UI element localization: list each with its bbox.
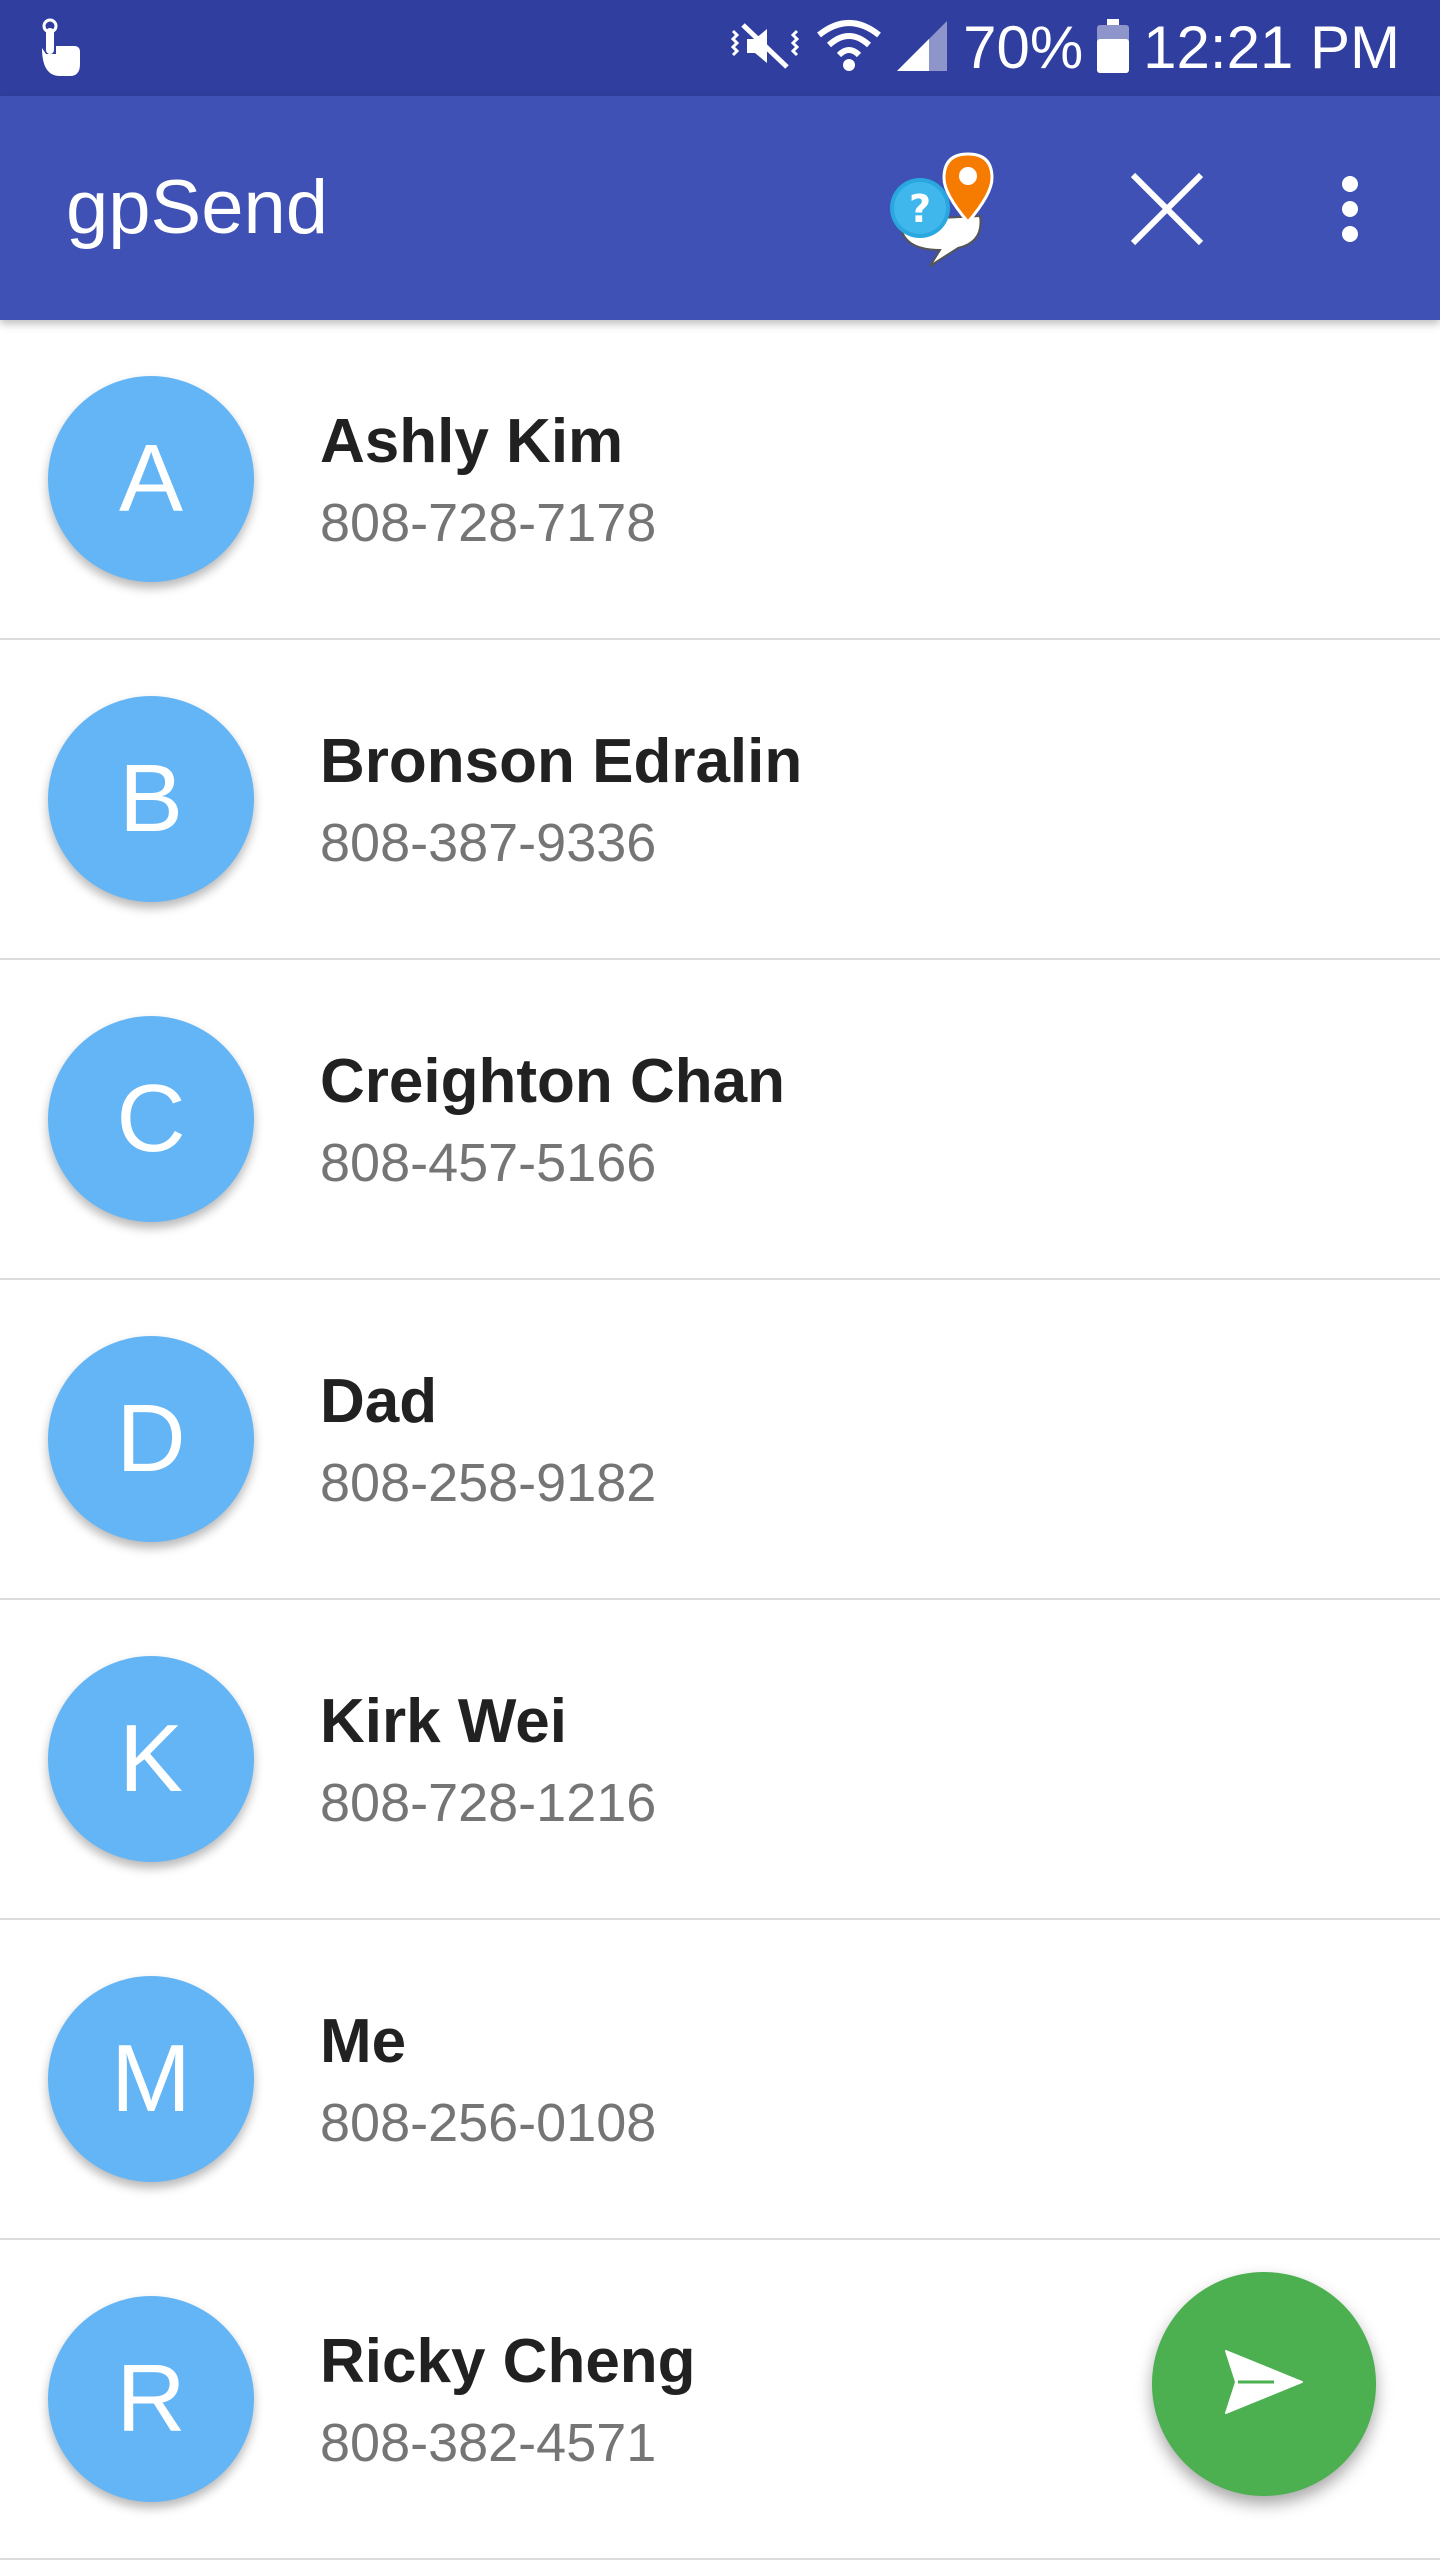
status-icons: 70% 12:21 PM [727,0,1400,96]
avatar: R [48,2296,254,2502]
contact-phone: 808-387-9336 [320,813,657,873]
contact-phone: 808-728-7178 [320,493,657,553]
contact-name: Dad [320,1367,438,1436]
close-icon [1127,169,1207,254]
mute-vibrate-icon [727,21,803,76]
battery-percent: 70% [963,14,1084,81]
svg-text:?: ? [909,187,931,231]
clock: 12:21 PM [1143,14,1400,81]
avatar: B [48,696,254,902]
contact-row[interactable]: C Creighton Chan 808-457-5166 [0,960,1440,1280]
contact-name: Kirk Wei [320,1687,567,1756]
contact-list: A Ashly Kim 808-728-7178 B Bronson Edral… [0,320,1440,2560]
more-vert-icon [1338,174,1362,249]
signal-icon [895,19,949,78]
avatar: M [48,1976,254,2182]
send-button[interactable] [1152,2272,1376,2496]
contact-row[interactable]: M Me 808-256-0108 [0,1920,1440,2240]
wifi-icon [817,19,881,78]
avatar: D [48,1336,254,1542]
app-title: gpSend [66,165,329,250]
contact-name: Creighton Chan [320,1047,785,1116]
send-icon [1224,2349,1304,2420]
contact-row[interactable]: D Dad 808-258-9182 [0,1280,1440,1600]
contact-name: Ashly Kim [320,407,624,476]
more-options-button[interactable] [1300,156,1400,266]
contact-name: Ricky Cheng [320,2327,696,2396]
contact-phone: 808-382-4571 [320,2413,657,2473]
screen: 70% 12:21 PM gpSend ? A Ashly Kim 808-72… [0,0,1440,2560]
contact-row[interactable]: A Ashly Kim 808-728-7178 [0,320,1440,640]
contact-phone: 808-258-9182 [320,1453,657,1513]
avatar: K [48,1656,254,1862]
avatar: C [48,1016,254,1222]
status-bar: 70% 12:21 PM [0,0,1440,96]
contact-name: Me [320,2007,407,2076]
contact-row[interactable]: B Bronson Edralin 808-387-9336 [0,640,1440,960]
contact-name: Bronson Edralin [320,727,803,796]
contact-phone: 808-457-5166 [320,1133,657,1193]
app-bar: gpSend ? [0,96,1440,320]
close-button[interactable] [1112,156,1222,266]
contact-row[interactable]: K Kirk Wei 808-728-1216 [0,1600,1440,1920]
contact-phone: 808-256-0108 [320,2093,657,2153]
battery-icon [1097,18,1130,78]
touch-icon [30,18,86,78]
help-location-logo-icon[interactable]: ? [880,150,1000,270]
contact-phone: 808-728-1216 [320,1773,657,1833]
avatar: A [48,376,254,582]
